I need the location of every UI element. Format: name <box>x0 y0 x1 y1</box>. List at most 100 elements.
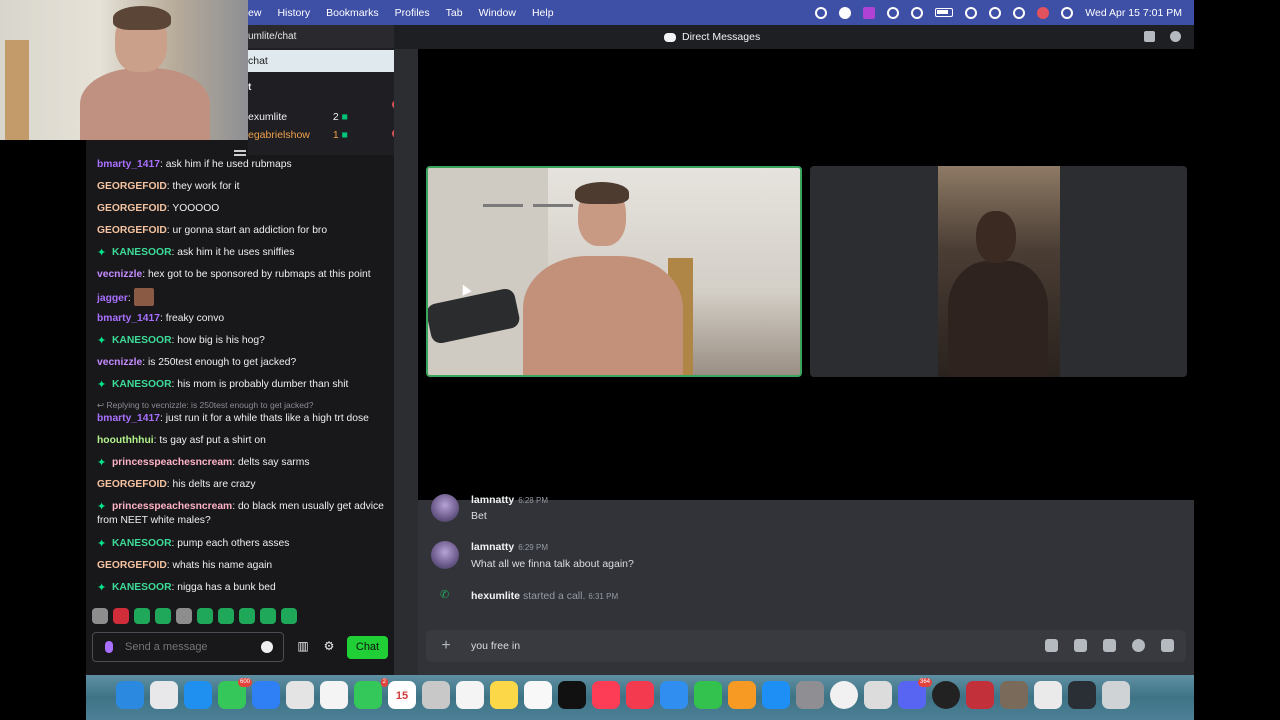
chat-message[interactable]: ✦ KANESOOR: pump each others asses <box>97 537 389 551</box>
chat-input-box[interactable] <box>92 632 284 662</box>
mail-icon[interactable] <box>252 681 280 709</box>
emote-icon[interactable] <box>113 608 129 624</box>
calendar-icon[interactable]: 15 <box>388 681 416 709</box>
contacts-icon[interactable] <box>422 681 450 709</box>
emote-icon[interactable] <box>260 608 276 624</box>
discord-icon[interactable]: 364 <box>898 678 932 709</box>
message-composer[interactable]: + you free in <box>426 630 1186 662</box>
gif-icon[interactable] <box>1074 639 1087 652</box>
store-icon[interactable]: ▥ <box>297 640 309 652</box>
gift-icon[interactable] <box>1045 639 1058 652</box>
chat-message[interactable]: jagger: <box>97 288 389 306</box>
menu-bookmarks[interactable]: Bookmarks <box>326 7 379 19</box>
chat-username[interactable]: KANESOOR <box>112 379 172 390</box>
photos-icon[interactable] <box>320 681 348 709</box>
chat-username[interactable]: hoouthhhui <box>97 435 154 446</box>
emote-icon[interactable] <box>176 608 192 624</box>
emote-icon[interactable] <box>92 608 108 624</box>
plus-icon[interactable]: + <box>438 638 454 654</box>
launchpad-icon[interactable] <box>150 681 178 709</box>
menu-profiles[interactable]: Profiles <box>395 7 430 19</box>
chat-username[interactable]: GEORGEFOID <box>97 203 167 214</box>
moon-icon[interactable] <box>911 6 924 19</box>
music-icon[interactable] <box>592 681 620 709</box>
video-tile[interactable] <box>810 166 1187 377</box>
chat-message[interactable]: ✦ KANESOOR: how big is his hog? <box>97 334 389 348</box>
chat-username[interactable]: bmarty_1417 <box>97 413 160 424</box>
menu-window[interactable]: Window <box>479 7 516 19</box>
dictionary-icon[interactable] <box>966 681 994 709</box>
chat-username[interactable]: KANESOOR <box>112 582 172 593</box>
inbox-icon[interactable] <box>1144 31 1155 42</box>
mic-icon[interactable] <box>105 641 113 653</box>
sticker-icon[interactable] <box>1103 639 1116 652</box>
chat-message[interactable]: GEORGEFOID: whats his name again <box>97 559 389 573</box>
record-icon[interactable] <box>839 6 852 19</box>
emote-image[interactable] <box>133 288 154 306</box>
chat-message[interactable]: GEORGEFOID: ur gonna start an addiction … <box>97 224 389 238</box>
freeform-icon[interactable] <box>524 681 552 709</box>
chrome-icon[interactable] <box>830 681 858 709</box>
facetime-icon[interactable]: 2 <box>354 678 388 709</box>
chat-message[interactable]: GEORGEFOID: his delts are crazy <box>97 478 389 492</box>
message-author[interactable]: lamnatty 6:29 PM <box>471 541 548 553</box>
numbers-icon[interactable] <box>694 681 722 709</box>
preview-icon[interactable] <box>864 681 892 709</box>
chat-message[interactable]: GEORGEFOID: they work for it <box>97 180 389 194</box>
search-icon[interactable] <box>1013 6 1026 19</box>
obs-icon[interactable] <box>932 681 960 709</box>
menu-view[interactable]: ew <box>248 7 261 19</box>
chat-username[interactable]: GEORGEFOID <box>97 560 167 571</box>
message-author[interactable]: lamnatty 6:28 PM <box>471 494 548 506</box>
battery-icon[interactable] <box>935 8 954 17</box>
chat-message[interactable]: bmarty_1417: ask him if he used rubmaps <box>97 158 389 172</box>
emote-icon[interactable] <box>134 608 150 624</box>
emoji-icon[interactable] <box>261 641 273 653</box>
chat-username[interactable]: vecnizzle <box>97 357 142 368</box>
viewer-row[interactable]: exumlite 2 ■ <box>248 111 348 123</box>
emote-icon[interactable] <box>197 608 213 624</box>
user-icon[interactable] <box>1037 6 1050 19</box>
recent-file-icon[interactable] <box>1034 681 1062 709</box>
chat-username[interactable]: bmarty_1417 <box>97 159 160 170</box>
composer-text[interactable]: you free in <box>471 640 520 652</box>
chat-send-button[interactable]: Chat <box>347 636 388 659</box>
wifi-icon[interactable] <box>965 6 978 19</box>
chat-message[interactable]: GEORGEFOID: YOOOOO <box>97 202 389 216</box>
safari-icon[interactable] <box>184 681 212 709</box>
chat-message[interactable]: vecnizzle: is 250test enough to get jack… <box>97 356 389 370</box>
chat-username[interactable]: bmarty_1417 <box>97 313 160 324</box>
trash-icon[interactable] <box>1102 681 1130 709</box>
chat-message[interactable]: ✦ princesspeachesncream: delts say sarms <box>97 456 389 470</box>
notes-icon[interactable] <box>490 681 518 709</box>
help-icon[interactable] <box>1170 31 1181 42</box>
app-store-icon[interactable] <box>762 681 790 709</box>
menu-tab[interactable]: Tab <box>446 7 463 19</box>
video-tile-speaking[interactable] <box>426 166 802 377</box>
control-center-icon[interactable] <box>1061 6 1074 19</box>
gear-icon[interactable]: ⚙ <box>323 640 335 652</box>
tv-icon[interactable] <box>558 681 586 709</box>
chat-message[interactable]: vecnizzle: hex got to be sponsored by ru… <box>97 268 389 282</box>
recent-file-icon[interactable] <box>1000 681 1028 709</box>
chat-message[interactable]: ✦ princesspeachesncream: do black men usu… <box>97 500 389 528</box>
chat-username[interactable]: GEORGEFOID <box>97 181 167 192</box>
chat-message[interactable]: hoouthhhui: ts gay asf put a shirt on <box>97 434 389 448</box>
chat-message[interactable]: ✦ KANESOOR: his mom is probably dumber th… <box>97 378 389 392</box>
chat-message[interactable]: ✦ KANESOOR: nigga has a bunk bed <box>97 581 389 595</box>
screen-share-icon[interactable] <box>863 6 876 19</box>
call-user[interactable]: hexumlite <box>471 590 520 602</box>
chat-username[interactable]: princesspeachesncream <box>112 457 232 468</box>
avatar[interactable] <box>431 494 459 522</box>
reminders-icon[interactable] <box>456 681 484 709</box>
address-bar[interactable]: umlite/chat <box>248 25 394 48</box>
menu-clock[interactable]: Wed Apr 15 7:01 PM <box>1085 7 1182 19</box>
maps-icon[interactable] <box>286 681 314 709</box>
chat-username[interactable]: vecnizzle <box>97 269 142 280</box>
chat-message[interactable]: bmarty_1417: freaky convo <box>97 312 389 326</box>
chat-username[interactable]: princesspeachesncream <box>112 501 232 512</box>
pages-icon[interactable] <box>728 681 756 709</box>
chat-username[interactable]: KANESOOR <box>112 247 172 258</box>
apps-icon[interactable] <box>1161 639 1174 652</box>
viewer-row[interactable]: egabrielshow 1 ■ <box>248 129 348 141</box>
